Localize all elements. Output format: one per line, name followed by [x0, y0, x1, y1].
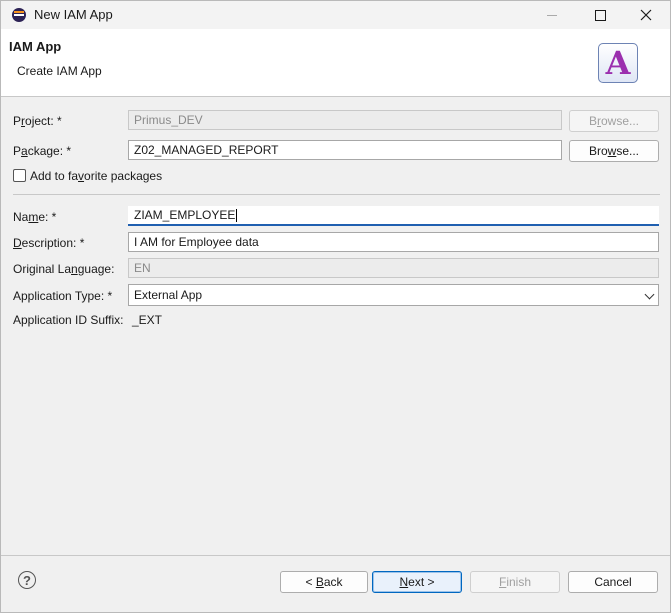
project-browse-button: Br owse...: [569, 110, 659, 132]
eclipse-logo-icon: [12, 8, 26, 22]
wizard-subtitle: Create IAM App: [17, 64, 102, 78]
description-input[interactable]: I AM for Employee data: [128, 232, 659, 252]
description-label: Description: *: [13, 236, 85, 250]
title-bar: New IAM App: [1, 1, 670, 29]
name-input[interactable]: ZIAM_EMPLOYEE: [128, 206, 659, 226]
wizard-header: IAM App Create IAM App A: [1, 29, 670, 97]
finish-button: Finish: [470, 571, 560, 593]
package-browse-button[interactable]: Bro w se...: [569, 140, 659, 162]
close-icon: [640, 9, 652, 21]
add-to-favorite-checkbox[interactable]: [13, 169, 26, 182]
original-language-field: EN: [128, 258, 659, 278]
dialog-window: New IAM App IAM App Create IAM App A Pro…: [0, 0, 671, 613]
add-to-favorite-label[interactable]: Add to favorite packages: [30, 169, 162, 183]
application-type-label: Application Type: *: [13, 289, 113, 303]
application-type-select[interactable]: External App: [128, 284, 659, 306]
minimize-button[interactable]: [529, 1, 575, 29]
application-id-suffix-value: _EXT: [132, 313, 163, 327]
cancel-button[interactable]: Cancel: [568, 571, 658, 593]
help-icon[interactable]: ?: [18, 571, 36, 589]
close-button[interactable]: [623, 1, 669, 29]
maximize-button[interactable]: [577, 1, 623, 29]
text-cursor: [236, 209, 238, 223]
project-label: Project: *: [13, 114, 62, 128]
project-field: Primus_DEV: [128, 110, 562, 130]
wizard-title: IAM App: [9, 39, 62, 54]
application-id-suffix-label: Application ID Suffix:: [13, 313, 124, 327]
footer-separator: [1, 555, 670, 556]
form-separator: [13, 194, 660, 195]
package-label: Package: *: [13, 144, 72, 158]
back-button[interactable]: < Back: [280, 571, 368, 593]
minimize-icon: [547, 14, 557, 16]
name-label: Name: *: [13, 210, 57, 224]
iam-app-wizard-icon: A: [598, 43, 638, 83]
maximize-icon: [594, 9, 606, 21]
window-title: New IAM App: [34, 7, 113, 22]
next-button[interactable]: Next >: [372, 571, 462, 593]
original-language-label: Original Language:: [13, 262, 115, 276]
package-input[interactable]: Z02_MANAGED_REPORT: [128, 140, 562, 160]
